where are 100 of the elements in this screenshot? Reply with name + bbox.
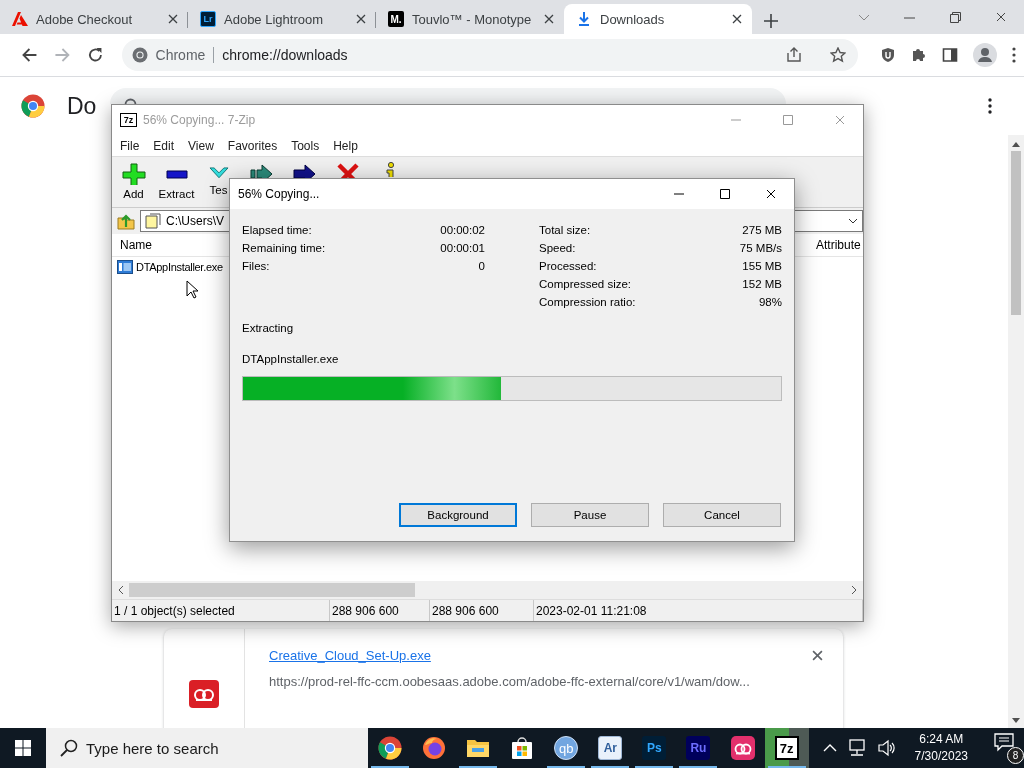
scroll-left-icon[interactable] — [118, 586, 124, 594]
scroll-down-icon[interactable] — [1012, 718, 1020, 724]
search-box[interactable]: Type here to search — [46, 728, 368, 768]
taskbar-button[interactable]: Ar — [588, 728, 633, 768]
source-url: https://prod-rel-ffc-ccm.oobesaas.adobe.com/adobe-ffc-external/core/v1/wam/dow... — [269, 674, 751, 689]
scrollbar-thumb[interactable] — [129, 583, 415, 597]
scrollbar-thumb[interactable] — [1011, 151, 1021, 315]
menu-item[interactable]: Favorites — [220, 138, 285, 153]
delete-icon — [335, 162, 360, 178]
shopping-bag-icon — [510, 736, 535, 760]
show-hidden-icons-icon[interactable] — [822, 743, 837, 753]
volume-icon[interactable] — [876, 739, 897, 757]
file-type-icon — [189, 680, 219, 708]
letter-tile-icon: 7z — [774, 736, 799, 760]
taskbar-button[interactable]: 7z — [764, 728, 809, 768]
archive-icon — [145, 213, 161, 229]
bookmark-star-icon[interactable] — [830, 47, 846, 63]
stat-label: Processed: — [539, 260, 597, 272]
menu-icon[interactable] — [1012, 47, 1016, 63]
plus-icon — [121, 163, 146, 185]
menu-item[interactable]: View — [181, 138, 221, 153]
menu-item[interactable]: Tools — [284, 138, 327, 153]
exe-file-icon — [117, 260, 133, 274]
browser-tab[interactable]: Adobe Checkout — [0, 4, 188, 34]
file-link[interactable]: Creative_Cloud_Set-Up.exe — [269, 648, 431, 663]
windows-logo-icon — [15, 740, 31, 756]
dropdown-icon[interactable] — [848, 218, 858, 224]
dialog-title: 56% Copying... — [238, 187, 320, 201]
browser-tab[interactable]: M. Touvlo™ - Monotype — [376, 4, 564, 34]
shield-icon[interactable] — [880, 47, 896, 63]
chrome-logo-icon — [21, 94, 45, 118]
horizontal-scrollbar[interactable] — [112, 581, 863, 599]
file-name: DTAppInstaller.exe — [242, 353, 340, 365]
toolbar-button[interactable]: Tes — [208, 157, 229, 196]
more-menu-icon[interactable] — [988, 98, 992, 114]
close-icon[interactable] — [812, 650, 823, 661]
toolbar-button[interactable]: Add — [112, 157, 155, 200]
letter-tile-icon: Lr — [200, 11, 216, 27]
taskbar-button[interactable]: Ps — [632, 728, 677, 768]
stat-label: Files: — [242, 260, 270, 272]
address-bar[interactable]: Chrome chrome://downloads — [121, 39, 858, 71]
letter-tile-icon: qb — [554, 736, 579, 760]
url-text[interactable]: chrome://downloads — [222, 47, 778, 63]
close-icon[interactable] — [766, 189, 776, 199]
chat-bubble-icon — [994, 732, 1014, 752]
status-text: 1 / 1 object(s) selected — [112, 600, 330, 621]
column-header[interactable]: Name — [112, 238, 152, 252]
dialog-button[interactable]: Cancel — [663, 503, 781, 527]
scroll-right-icon[interactable] — [851, 586, 857, 594]
double-arrow-icon — [249, 162, 274, 178]
status-text: 288 906 600 — [330, 600, 430, 621]
menu-item[interactable]: Help — [326, 138, 365, 153]
right-arrow-icon — [292, 162, 317, 178]
stat-value: 98% — [758, 296, 782, 308]
status-text: 288 906 600 — [430, 600, 534, 621]
scrollbar[interactable] — [1008, 135, 1024, 728]
stat-label: Total size: — [539, 224, 591, 236]
page-title: Do — [67, 92, 97, 120]
close-icon[interactable] — [995, 11, 1007, 23]
stat-label: Elapsed time: — [242, 224, 312, 236]
search-icon — [60, 739, 78, 757]
profile-avatar-icon[interactable] — [973, 43, 997, 67]
folder-up-icon[interactable] — [117, 212, 135, 230]
taskbar-button[interactable]: Ru — [676, 728, 721, 768]
puzzle-icon[interactable] — [911, 47, 927, 63]
app-icon: 7z — [120, 113, 137, 127]
share-icon[interactable] — [786, 47, 802, 63]
file-row[interactable]: DTAppInstaller.exe — [112, 257, 223, 277]
notifications-button[interactable]: 8 — [994, 732, 1024, 764]
new-tab-icon[interactable] — [764, 14, 778, 28]
column-header[interactable]: Attribute — [816, 238, 861, 252]
menu-item[interactable]: Edit — [146, 138, 182, 153]
cloud-tile-icon — [730, 736, 755, 760]
scroll-up-icon[interactable] — [1012, 141, 1020, 147]
clock[interactable]: 6:24 AM 7/30/2023 — [914, 731, 968, 765]
toolbar-button[interactable]: Extract — [155, 157, 198, 200]
restore-icon[interactable] — [949, 11, 961, 23]
search-field[interactable] — [110, 88, 787, 104]
close-icon[interactable] — [356, 14, 366, 24]
maximize-icon[interactable] — [720, 189, 730, 199]
info-icon — [385, 162, 396, 177]
stat-label: Speed: — [539, 242, 576, 254]
browser-tab[interactable]: Lr Adobe Lightroom — [188, 4, 376, 34]
browser-tab[interactable]: Downloads — [564, 4, 752, 34]
stat-label: Compressed size: — [539, 278, 632, 290]
chrome-app-icon — [378, 736, 402, 760]
network-icon[interactable] — [846, 739, 867, 757]
dialog-button[interactable]: Pause — [531, 503, 649, 527]
close-icon[interactable] — [168, 14, 178, 24]
stat-value: 00:00:02 — [440, 224, 485, 236]
side-panel-icon[interactable] — [942, 47, 958, 63]
letter-tile-icon: Ru — [686, 736, 711, 760]
close-icon[interactable] — [544, 14, 554, 24]
menu-item[interactable]: File — [113, 138, 147, 153]
notification-badge: 8 — [1007, 747, 1024, 764]
stat-value: 0 — [478, 260, 485, 272]
operation-text: Extracting — [242, 322, 295, 334]
dialog-button[interactable]: Background — [399, 503, 517, 527]
mouse-pointer-icon — [186, 280, 198, 299]
close-icon[interactable] — [732, 14, 742, 24]
